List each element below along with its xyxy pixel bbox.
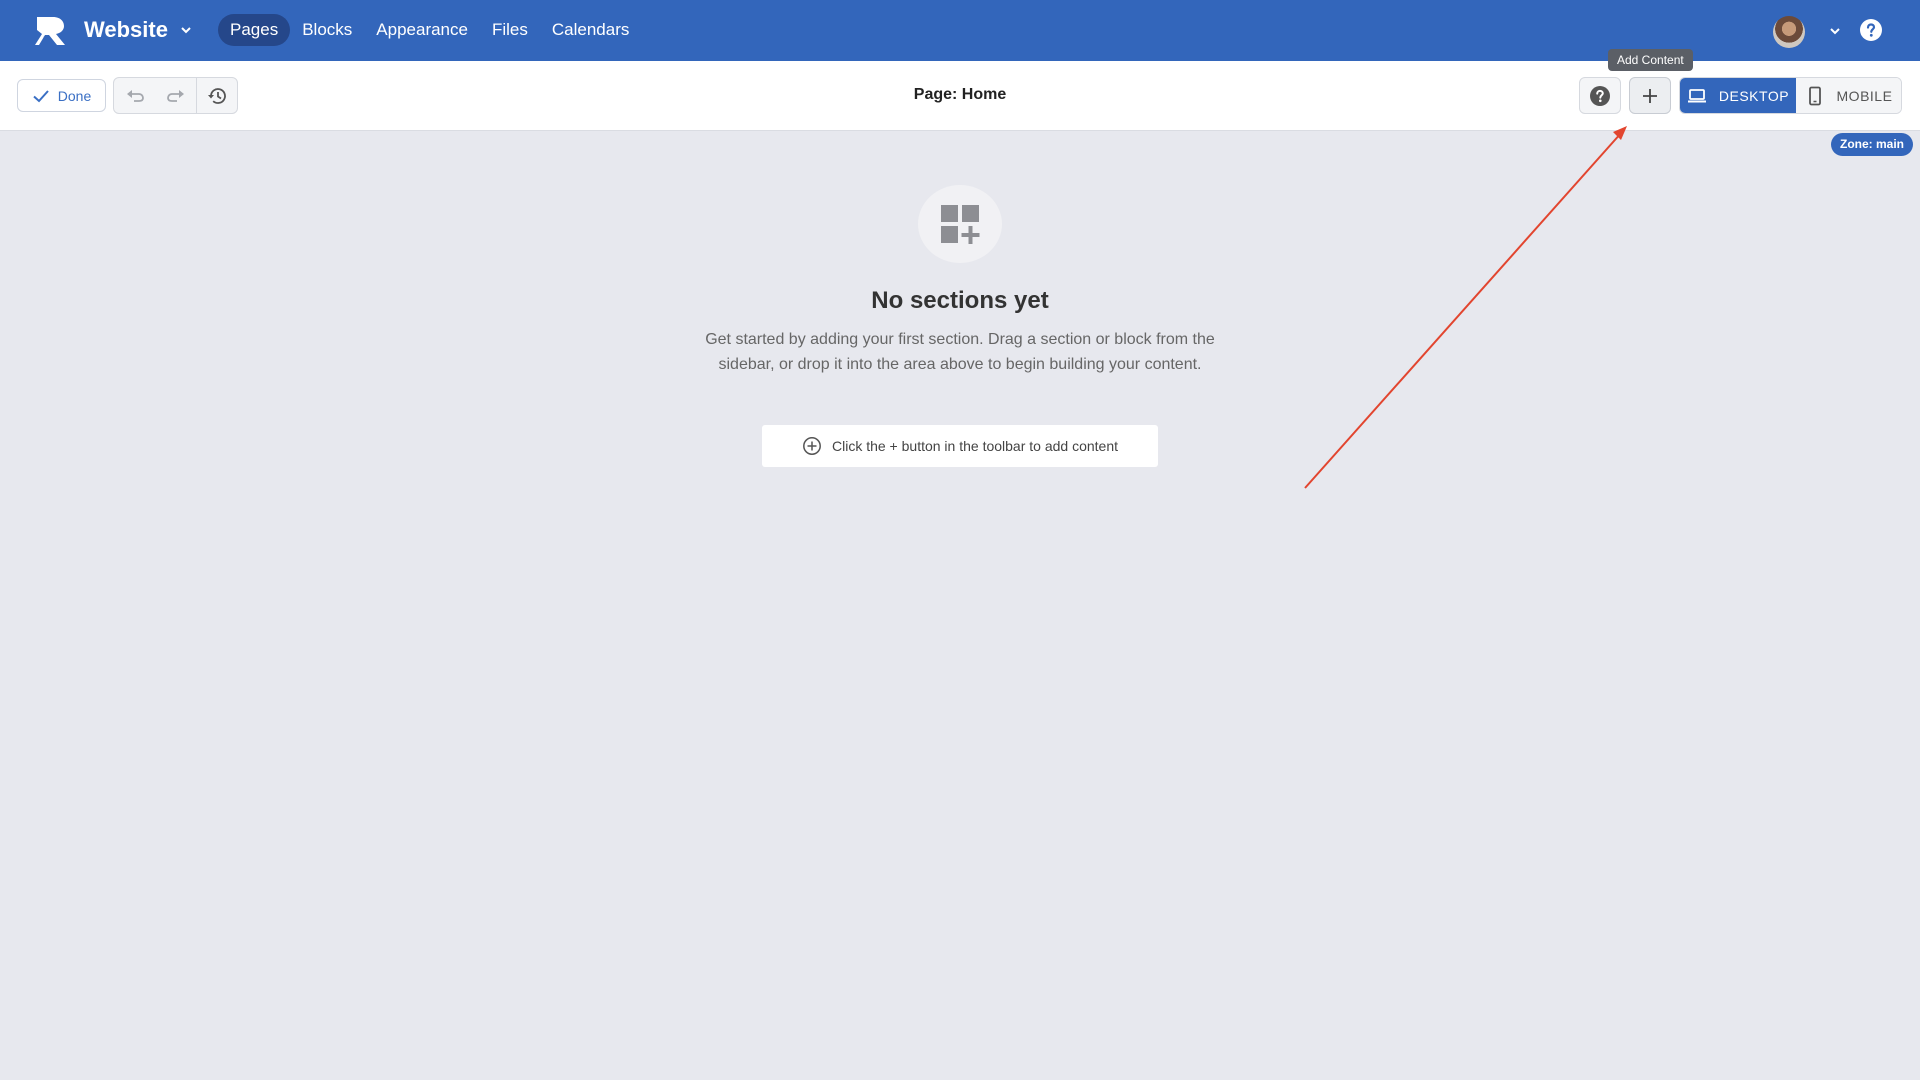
chevron-down-icon[interactable] [1828,24,1842,38]
zone-badge: Zone: main [1831,133,1914,156]
empty-state-description: Get started by adding your first section… [705,331,1215,373]
editor-toolbar: Done Page: Home DESKTOP MOBILE [0,61,1920,131]
nav-item-files[interactable]: Files [480,14,540,46]
brand-logo-icon[interactable] [33,14,69,48]
device-view-toggle: DESKTOP MOBILE [1679,77,1902,114]
empty-state-title: No sections yet [871,287,1049,314]
plus-circle-icon [803,437,821,455]
question-circle-icon [1590,85,1610,106]
nav-item-pages[interactable]: Pages [218,14,291,46]
phone-icon [1808,86,1821,105]
desktop-view-label: DESKTOP [1718,87,1790,104]
user-avatar[interactable] [1773,16,1805,48]
add-section-grid-icon [941,205,980,244]
nav-item-calendars[interactable]: Calendars [540,14,642,46]
add-content-hint: Click the + button in the toolbar to add… [762,425,1158,467]
plus-icon [1643,88,1657,103]
add-content-tooltip: Add Content [1608,49,1693,71]
chevron-down-icon[interactable] [179,23,193,37]
desktop-view-button[interactable]: DESKTOP [1680,78,1796,113]
toolbar-help-button[interactable] [1579,77,1621,114]
add-content-button[interactable] [1629,77,1671,114]
main-nav: Pages Blocks Appearance Files Calendars [218,14,641,46]
add-content-hint-text: Click the + button in the toolbar to add… [831,438,1119,454]
annotation-arrow [1304,126,1627,489]
empty-state-icon-container [918,185,1002,263]
mobile-view-button[interactable]: MOBILE [1795,78,1901,113]
help-icon[interactable] [1859,18,1883,42]
nav-item-blocks[interactable]: Blocks [290,14,364,46]
nav-item-appearance[interactable]: Appearance [364,14,480,46]
mobile-view-label: MOBILE [1836,87,1893,104]
laptop-icon [1687,88,1706,102]
site-title[interactable]: Website [84,17,168,43]
